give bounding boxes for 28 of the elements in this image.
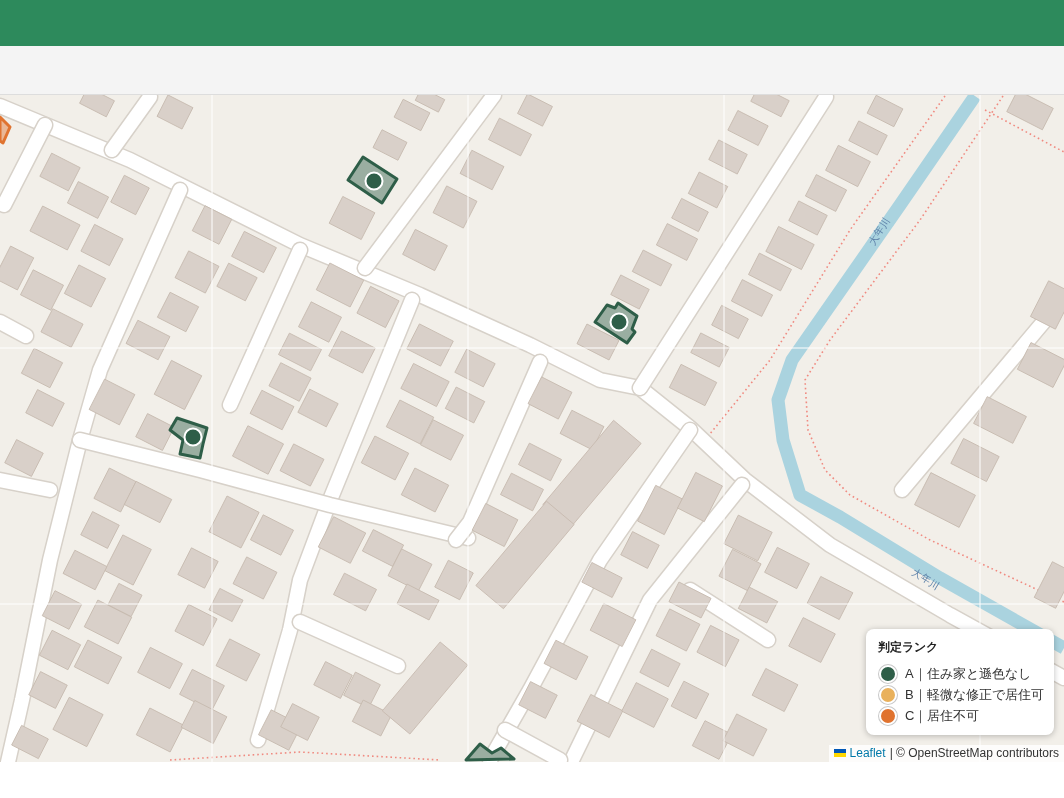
legend-label: A｜住み家と遜色なし — [905, 665, 1031, 683]
leaflet-link[interactable]: Leaflet — [849, 746, 886, 760]
building — [655, 608, 701, 652]
building — [317, 516, 367, 564]
river-label: 大年川 — [866, 215, 892, 247]
building — [668, 581, 712, 619]
building — [39, 629, 81, 671]
building — [28, 671, 68, 709]
building — [356, 285, 400, 329]
building — [656, 223, 698, 261]
legend-label: B｜軽微な修正で居住可 — [905, 686, 1044, 704]
legend-title: 判定ランク — [878, 639, 939, 656]
map-view[interactable]: 大年川 大年川 判定ランク A｜住み家と遜色なし B｜軽微な修正で居住可 C｜居住不可 Leaflet | © OpenStreetMap contributors — [0, 95, 1064, 762]
building — [360, 435, 410, 481]
building-marker-icon[interactable] — [593, 301, 639, 345]
building-marker-icon[interactable] — [0, 115, 12, 145]
building — [315, 262, 365, 308]
building — [278, 332, 322, 372]
attribution-text: | © OpenStreetMap contributors — [889, 746, 1059, 760]
building — [268, 362, 312, 402]
building — [400, 363, 450, 407]
building-marker-icon[interactable] — [346, 155, 399, 205]
river-label: 大年川 — [910, 566, 942, 592]
building-marker-icon[interactable] — [168, 416, 209, 460]
legend-label: C｜居住不可 — [905, 707, 980, 725]
flag-icon — [833, 749, 846, 757]
building — [232, 425, 284, 475]
building-marker-icon[interactable] — [464, 742, 516, 762]
